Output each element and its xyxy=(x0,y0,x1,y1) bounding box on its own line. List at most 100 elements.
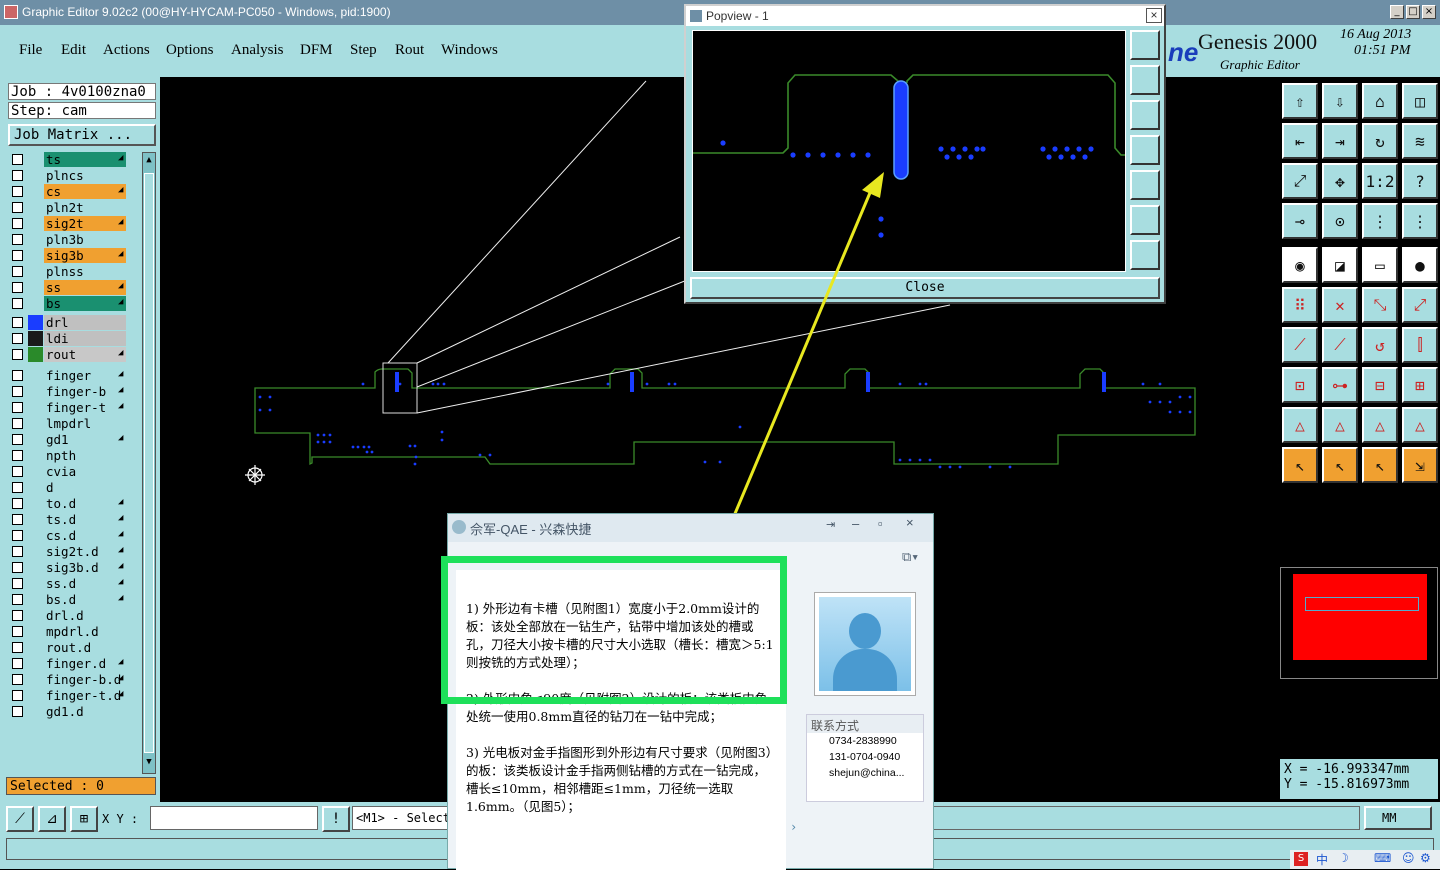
layer-checkbox[interactable] xyxy=(12,610,23,621)
units-select[interactable]: MM xyxy=(1364,806,1432,830)
layer-row-ldi[interactable]: ldi xyxy=(8,331,142,346)
layer-name[interactable]: cs xyxy=(44,184,126,199)
swap-icon[interactable]: ≋ xyxy=(1402,123,1438,159)
layer-name[interactable]: gd1.d xyxy=(44,704,126,719)
layer-checkbox[interactable] xyxy=(12,250,23,261)
minimize-button[interactable]: _ xyxy=(1390,5,1404,19)
pointer-route-icon[interactable]: ⇲ xyxy=(1402,447,1438,483)
box-icon[interactable]: ⊟ xyxy=(1362,367,1398,403)
layer-checkbox[interactable] xyxy=(12,317,23,328)
layer-row-finger-t.d[interactable]: finger-t.d ◢ xyxy=(8,688,142,703)
target-icon[interactable]: ⊙ xyxy=(1322,203,1358,239)
pointer-c-icon[interactable]: ↖ xyxy=(1362,447,1398,483)
layer-row-gd1.d[interactable]: gd1.d xyxy=(8,704,142,719)
layer-row-pln2t[interactable]: pln2t xyxy=(8,200,142,215)
layer-name[interactable]: sig2t xyxy=(44,216,126,231)
layer-name[interactable]: ss xyxy=(44,280,126,295)
layer-row-ts.d[interactable]: ts.d ◢ xyxy=(8,512,142,527)
layer-checkbox[interactable] xyxy=(12,234,23,245)
layer-checkbox[interactable] xyxy=(12,298,23,309)
layer-checkbox[interactable] xyxy=(12,450,23,461)
layer-checkbox[interactable] xyxy=(12,546,23,557)
layer-checkbox[interactable] xyxy=(12,594,23,605)
layer-name[interactable]: pln3b xyxy=(44,232,126,247)
layer-name[interactable]: ts xyxy=(44,152,126,167)
layer-row-plncs[interactable]: plncs xyxy=(8,168,142,183)
layer-checkbox[interactable] xyxy=(12,562,23,573)
arch-b-icon[interactable]: △ xyxy=(1402,407,1438,443)
layout-icon[interactable]: ⧉▾ xyxy=(902,550,919,565)
ime-mode[interactable]: 中 xyxy=(1316,851,1328,868)
popview-tool-7[interactable] xyxy=(1130,240,1160,270)
layer-name[interactable]: gd1 xyxy=(44,432,126,447)
menu-windows[interactable]: Windows xyxy=(441,42,498,59)
moon-icon[interactable]: ☽ xyxy=(1338,851,1349,865)
layer-row-finger.d[interactable]: finger.d ◢ xyxy=(8,656,142,671)
layer-name[interactable]: rout xyxy=(44,347,126,362)
layer-row-gd1[interactable]: gd1 ◢ xyxy=(8,432,142,447)
layer-name[interactable]: finger-b xyxy=(44,384,126,399)
layer-row-sig3b.d[interactable]: sig3b.d ◢ xyxy=(8,560,142,575)
layer-name[interactable]: lmpdrl xyxy=(44,416,126,431)
redraw-icon[interactable]: ↻ xyxy=(1362,123,1398,159)
layer-row-cvia[interactable]: cvia xyxy=(8,464,142,479)
layer-name[interactable]: finger-t xyxy=(44,400,126,415)
pan-right-icon[interactable]: ⇥ xyxy=(1322,123,1358,159)
layer-name[interactable]: drl xyxy=(44,315,126,330)
layer-name[interactable]: plncs xyxy=(44,168,126,183)
layer-name[interactable]: sig3b xyxy=(44,248,126,263)
chat-close-icon[interactable]: × xyxy=(906,515,914,530)
layer-row-bs[interactable]: bs ◢ xyxy=(8,296,142,311)
layer-name[interactable]: d xyxy=(44,480,126,495)
layer-name[interactable]: npth xyxy=(44,448,126,463)
layer-checkbox[interactable] xyxy=(12,266,23,277)
minimap-viewport[interactable] xyxy=(1305,597,1419,611)
pad-icon[interactable]: ◉ xyxy=(1282,247,1318,283)
mirror-icon[interactable]: ⫿ xyxy=(1402,327,1438,363)
group-icon[interactable]: ⊞ xyxy=(1402,367,1438,403)
layer-name[interactable]: cs.d xyxy=(44,528,126,543)
zoom-out-icon[interactable]: ⇩ xyxy=(1322,83,1358,119)
popview-tool-6[interactable] xyxy=(1130,205,1160,235)
layer-name[interactable]: finger-t.d xyxy=(44,688,126,703)
layer-row-d[interactable]: d xyxy=(8,480,142,495)
layer-a-icon[interactable]: ⋮ xyxy=(1362,203,1398,239)
menu-options[interactable]: Options xyxy=(166,42,214,59)
layer-row-pln3b[interactable]: pln3b xyxy=(8,232,142,247)
layer-row-finger[interactable]: finger ◢ xyxy=(8,368,142,383)
settings-icon[interactable]: ⚙ xyxy=(1420,851,1431,865)
triangle-up-icon[interactable]: △ xyxy=(1322,407,1358,443)
popview-canvas[interactable] xyxy=(692,30,1126,272)
job-matrix-button[interactable]: Job Matrix ... xyxy=(8,124,156,146)
layer-name[interactable]: finger.d xyxy=(44,656,126,671)
layer-name[interactable]: plnss xyxy=(44,264,126,279)
scroll-thumb[interactable] xyxy=(144,173,154,753)
layer-row-finger-b.d[interactable]: finger-b.d ◢ xyxy=(8,672,142,687)
layer-name[interactable]: ldi xyxy=(44,331,126,346)
line-icon[interactable]: ⊸ xyxy=(1282,203,1318,239)
layer-row-sig2t[interactable]: sig2t ◢ xyxy=(8,216,142,231)
slope-icon[interactable]: ⟋ xyxy=(1282,327,1318,363)
popview-close-button[interactable]: Close xyxy=(690,277,1160,299)
layer-row-finger-b[interactable]: finger-b ◢ xyxy=(8,384,142,399)
layer-name[interactable]: to.d xyxy=(44,496,126,511)
layer-row-bs.d[interactable]: bs.d ◢ xyxy=(8,592,142,607)
layer-checkbox[interactable] xyxy=(12,642,23,653)
layer-name[interactable]: rout.d xyxy=(44,640,126,655)
menu-actions[interactable]: Actions xyxy=(103,42,150,59)
chat-minimize-icon[interactable]: – xyxy=(852,516,859,531)
layer-row-npth[interactable]: npth xyxy=(8,448,142,463)
layer-checkbox[interactable] xyxy=(12,418,23,429)
layer-name[interactable]: ts.d xyxy=(44,512,126,527)
scroll-up-icon[interactable]: ▲ xyxy=(144,155,154,169)
layer-row-plnss[interactable]: plnss xyxy=(8,264,142,279)
layer-row-ss[interactable]: ss ◢ xyxy=(8,280,142,295)
popview-close-icon[interactable]: × xyxy=(1146,8,1162,23)
arch-icon[interactable]: △ xyxy=(1362,407,1398,443)
circle-icon[interactable]: ● xyxy=(1402,247,1438,283)
menu-step[interactable]: Step xyxy=(350,42,377,59)
cross-icon[interactable]: ✕ xyxy=(1322,287,1358,323)
layer-checkbox[interactable] xyxy=(12,218,23,229)
layer-checkbox[interactable] xyxy=(12,674,23,685)
layer-checkbox[interactable] xyxy=(12,186,23,197)
